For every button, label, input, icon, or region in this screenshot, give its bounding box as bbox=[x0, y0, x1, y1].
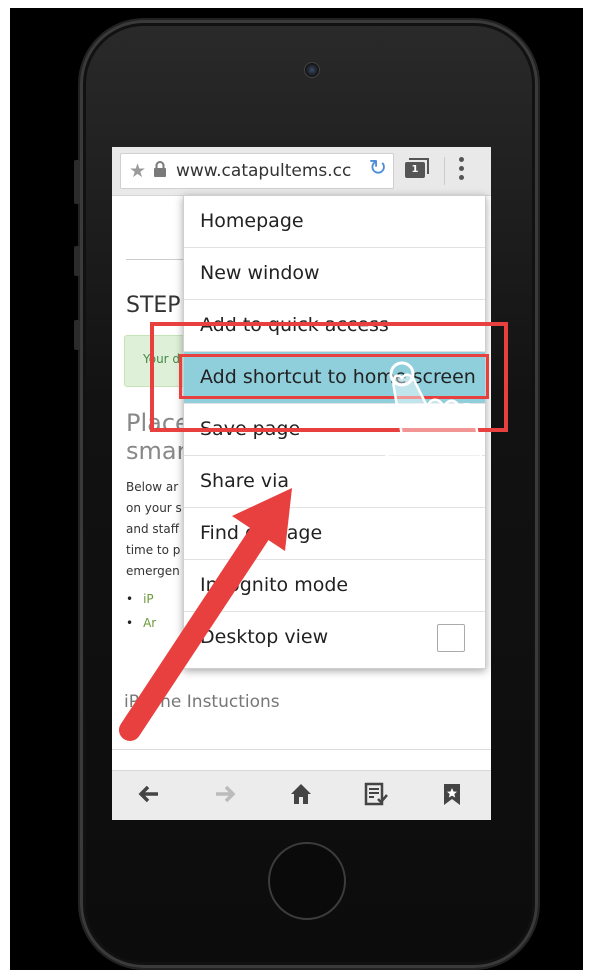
divider bbox=[112, 749, 491, 750]
phone-side-button bbox=[74, 160, 80, 204]
bullet-link[interactable]: Ar bbox=[140, 611, 156, 635]
browser-bottom-bar bbox=[112, 770, 491, 820]
phone-volume-down bbox=[74, 320, 80, 350]
phone-screen: ★ www.catapultems.cc ↻ 1 STEP Your d Pla… bbox=[112, 147, 491, 820]
menu-item-homepage[interactable]: Homepage bbox=[184, 196, 485, 248]
bookmarks-icon[interactable] bbox=[437, 781, 467, 813]
toolbar-divider bbox=[444, 157, 445, 185]
body-line: on your s bbox=[126, 501, 182, 515]
lock-icon bbox=[153, 161, 167, 182]
reading-list-icon[interactable] bbox=[361, 781, 391, 813]
menu-item-find-on-page[interactable]: Find on page bbox=[184, 508, 485, 560]
front-camera bbox=[304, 62, 320, 78]
bullet-list: iP Ar bbox=[140, 587, 156, 635]
url-text[interactable]: www.catapultems.cc bbox=[176, 161, 364, 181]
reload-icon[interactable]: ↻ bbox=[369, 156, 387, 181]
overflow-menu-icon[interactable] bbox=[458, 157, 466, 184]
menu-item-new-window[interactable]: New window bbox=[184, 248, 485, 300]
body-line: time to p bbox=[126, 543, 181, 557]
home-button[interactable] bbox=[268, 842, 346, 920]
phone-volume-up bbox=[74, 246, 80, 276]
body-line: Below ar bbox=[126, 480, 179, 494]
step-heading: STEP bbox=[126, 293, 181, 318]
tabs-icon[interactable]: 1 bbox=[405, 158, 429, 178]
menu-item-incognito-mode[interactable]: Incognito mode bbox=[184, 560, 485, 612]
body-line: emergen bbox=[126, 564, 180, 578]
star-icon[interactable]: ★ bbox=[129, 160, 146, 182]
body-paragraph: Below ar on your s and staff time to p e… bbox=[126, 477, 182, 582]
menu-item-desktop-view[interactable]: Desktop view bbox=[184, 612, 485, 663]
browser-toolbar: ★ www.catapultems.cc ↻ 1 bbox=[112, 147, 491, 196]
place-heading-line2: smar bbox=[126, 437, 187, 465]
menu-item-share-via[interactable]: Share via bbox=[184, 456, 485, 508]
iphone-instructions-heading[interactable]: iPhone Instuctions bbox=[124, 692, 280, 712]
address-bar[interactable]: ★ www.catapultems.cc ↻ bbox=[120, 153, 394, 189]
home-icon[interactable] bbox=[286, 781, 316, 813]
annotation-inner-highlight bbox=[179, 354, 489, 399]
bullet-link[interactable]: iP bbox=[140, 587, 156, 611]
overflow-menu: Homepage New window Add to quick access … bbox=[183, 195, 486, 669]
forward-arrow-icon[interactable] bbox=[210, 781, 240, 813]
desktop-view-checkbox[interactable] bbox=[437, 624, 465, 652]
back-arrow-icon[interactable] bbox=[134, 781, 164, 813]
body-line: and staff bbox=[126, 522, 179, 536]
menu-item-desktop-view-label: Desktop view bbox=[200, 626, 329, 648]
